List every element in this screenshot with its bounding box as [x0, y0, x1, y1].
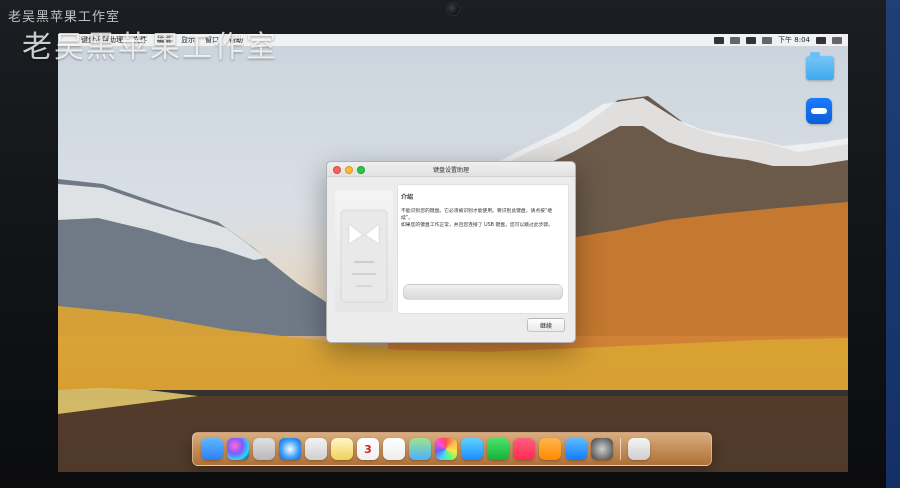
continue-button[interactable]: 继续	[527, 318, 565, 332]
messages-icon[interactable]	[461, 438, 483, 460]
window-body: 介绍 不能识别您的键盘。它必须被识别才能使用。要识别此键盘，请点按“继续”。 如…	[327, 176, 575, 342]
preview-icon[interactable]	[305, 438, 327, 460]
close-icon[interactable]	[333, 166, 341, 174]
status-icon-2[interactable]	[730, 36, 741, 44]
trash-icon[interactable]	[628, 438, 650, 460]
status-icon-4[interactable]	[762, 36, 773, 44]
launchpad-icon[interactable]	[253, 438, 275, 460]
calendar-day: 3	[364, 442, 372, 456]
clock[interactable]: 下午 8:04	[778, 35, 810, 45]
app-store-icon[interactable]	[565, 438, 587, 460]
notes-icon[interactable]	[331, 438, 353, 460]
intro-text: 不能识别您的键盘。它必须被识别才能使用。要识别此键盘，请点按“继续”。 如果您的…	[401, 209, 554, 228]
finder-icon[interactable]	[201, 438, 223, 460]
control-center-icon[interactable]	[832, 36, 842, 44]
status-icon-1[interactable]	[714, 36, 725, 44]
zoom-icon[interactable]	[357, 166, 365, 174]
window-title: 键盘设置助理	[432, 166, 469, 174]
maps-icon[interactable]	[409, 438, 431, 460]
background-edge	[886, 0, 900, 488]
watermark-large: 老吴黑苹果工作室	[22, 30, 278, 65]
dock-separator	[620, 438, 621, 460]
remote-app-icon[interactable]	[806, 98, 832, 124]
photos-icon[interactable]	[435, 438, 457, 460]
search-icon[interactable]	[816, 36, 826, 44]
keyboard-ribbon-illustration	[335, 190, 393, 312]
siri-icon[interactable]	[227, 438, 249, 460]
macos-screen: 键盘设置助理 文件 编辑 显示 窗口 帮助 下午 8:04 键盘设置助理 介绍 …	[58, 34, 848, 472]
status-icon-3[interactable]	[746, 36, 757, 44]
system-preferences-icon[interactable]	[591, 438, 613, 460]
keyboard-setup-assistant-window: 键盘设置助理 介绍 不能识别您的键盘。它必须被识别才能使用。要识别此键盘，请点按…	[326, 161, 576, 343]
dock: 3	[192, 432, 712, 466]
webcam	[446, 2, 460, 16]
folder-icon[interactable]	[806, 52, 834, 80]
books-icon[interactable]	[539, 438, 561, 460]
calendar-icon[interactable]: 3	[357, 438, 379, 460]
minimize-icon[interactable]	[345, 166, 353, 174]
safari-icon[interactable]	[279, 438, 301, 460]
status-area: 下午 8:04	[714, 35, 848, 45]
reminders-icon[interactable]	[383, 438, 405, 460]
music-icon[interactable]	[513, 438, 535, 460]
window-titlebar: 键盘设置助理	[327, 162, 575, 177]
window-controls	[333, 166, 365, 174]
intro-heading: 介绍	[401, 194, 414, 201]
facetime-icon[interactable]	[487, 438, 509, 460]
keyboard-graphic	[403, 284, 563, 300]
ribbon-icon	[340, 209, 388, 303]
